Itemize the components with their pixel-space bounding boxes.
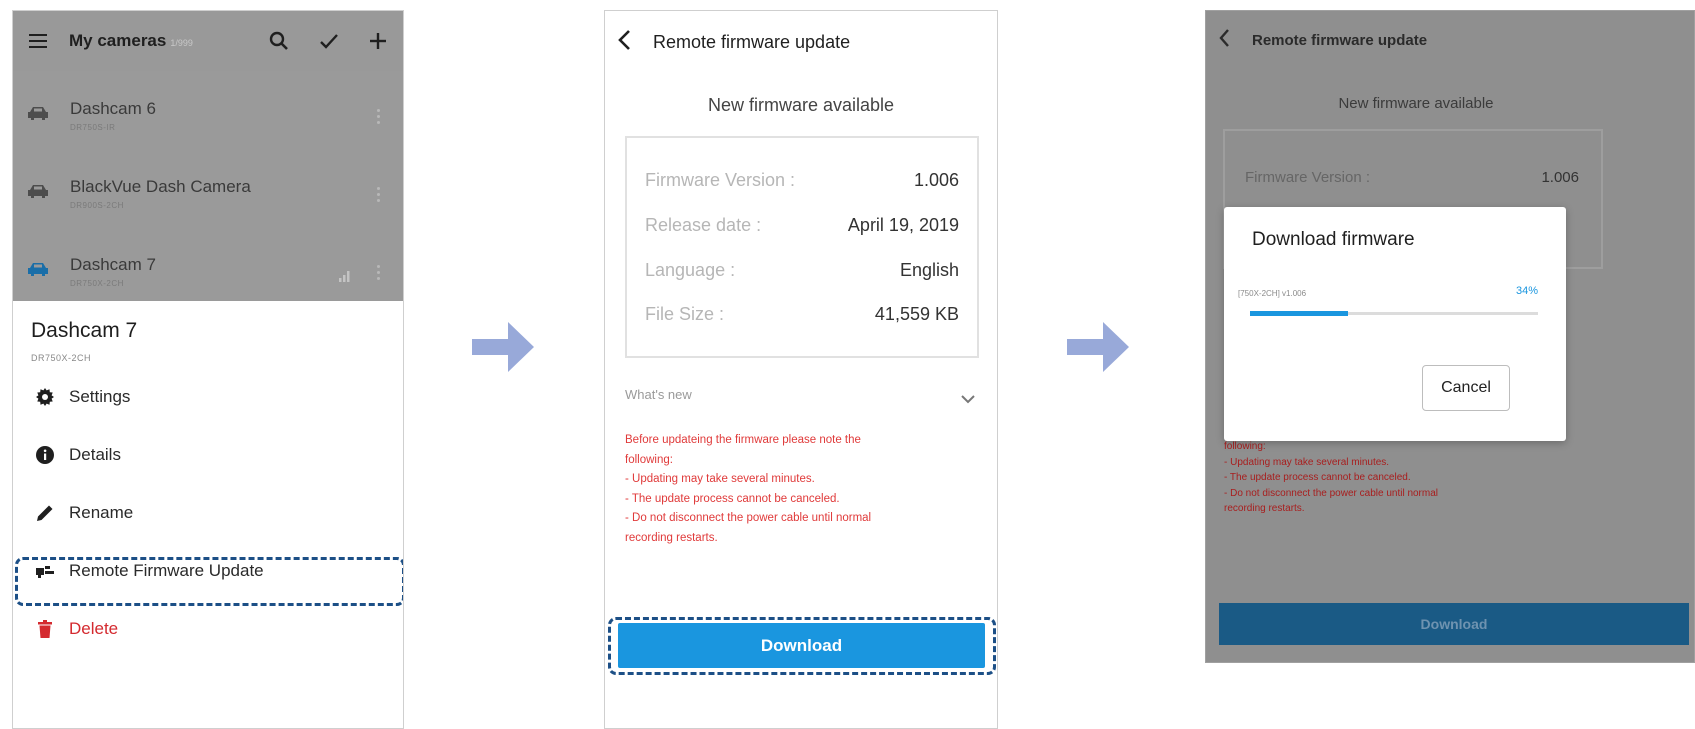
more-icon[interactable] xyxy=(377,187,381,202)
progress-fill xyxy=(1250,311,1348,316)
firmware-available-title: New firmware available xyxy=(707,95,895,115)
menu-item-settings[interactable]: Settings xyxy=(13,377,403,417)
device-model: DR750X-2CH xyxy=(31,353,92,363)
camera-row[interactable]: Dashcam 6 DR750S-IR xyxy=(13,71,403,149)
firmware-update-screen: Remote firmware update New firmware avai… xyxy=(604,10,998,729)
app-header: My cameras 1/999 xyxy=(13,11,403,71)
firmware-info-card: Firmware Version : 1.006 Release date : … xyxy=(625,136,979,358)
camera-count: 1/999 xyxy=(170,38,193,48)
info-value: 1.006 xyxy=(913,170,959,190)
camera-list-screen: My cameras 1/999 Dashcam 6 DR750S-IR Bla… xyxy=(12,10,404,729)
whats-new-toggle[interactable]: What's new xyxy=(625,387,692,402)
info-value: 41,559 KB xyxy=(874,304,959,324)
screen-title: Remote firmware update xyxy=(653,31,851,52)
screen-title: Remote firmware update xyxy=(1252,31,1428,49)
menu-item-rename[interactable]: Rename xyxy=(13,493,403,533)
more-icon[interactable] xyxy=(377,265,381,280)
search-icon[interactable] xyxy=(269,31,289,51)
info-row-version: Firmware Version : 1.006 xyxy=(645,170,959,191)
trash-icon xyxy=(35,619,55,639)
back-icon[interactable] xyxy=(617,29,631,56)
info-key: Firmware Version : xyxy=(645,170,796,190)
back-icon[interactable] xyxy=(1218,28,1230,53)
menu-item-details[interactable]: Details xyxy=(13,435,403,475)
cancel-button[interactable]: Cancel xyxy=(1422,365,1510,411)
car-icon xyxy=(27,105,49,126)
firmware-download-screen: Remote firmware update New firmware avai… xyxy=(1205,10,1695,663)
dialog-title: Download firmware xyxy=(1252,229,1415,250)
menu-item-label: Details xyxy=(69,445,121,464)
info-value: April 19, 2019 xyxy=(847,215,959,235)
info-row-release-date: Release date : April 19, 2019 xyxy=(645,215,959,236)
pencil-icon xyxy=(35,503,55,523)
firmware-file-label: [750X-2CH] v1.006 xyxy=(1238,289,1307,298)
menu-icon[interactable] xyxy=(29,34,47,48)
camera-row[interactable]: BlackVue Dash Camera DR900S-2CH xyxy=(13,149,403,227)
info-row-file-size: File Size : 41,559 KB xyxy=(645,304,959,325)
menu-item-label: Settings xyxy=(69,387,131,406)
info-key: Release date : xyxy=(645,215,762,235)
info-value: English xyxy=(899,260,959,280)
camera-name: Dashcam 6 xyxy=(70,99,156,118)
camera-model: DR750X-2CH xyxy=(70,279,124,288)
progress-percent: 34% xyxy=(1515,285,1538,297)
camera-options-sheet: Dashcam 7 DR750X-2CH Settings Details Re… xyxy=(13,301,403,728)
chevron-down-icon[interactable] xyxy=(961,391,975,409)
camera-list: Dashcam 6 DR750S-IR BlackVue Dash Camera… xyxy=(13,71,403,301)
car-icon xyxy=(27,261,49,282)
check-icon[interactable] xyxy=(319,33,339,49)
camera-name: BlackVue Dash Camera xyxy=(70,177,251,196)
info-value: 1.006 xyxy=(1541,169,1579,186)
device-name: Dashcam 7 xyxy=(31,319,138,342)
info-row-version: Firmware Version : 1.006 xyxy=(1245,169,1579,186)
info-key: File Size : xyxy=(645,304,725,324)
menu-item-label: Rename xyxy=(69,503,134,522)
update-notes: following: - Updating may take several m… xyxy=(1224,441,1439,514)
info-key: Firmware Version : xyxy=(1245,169,1371,186)
signal-icon xyxy=(339,269,351,287)
arrow-right-icon xyxy=(472,322,534,372)
info-icon xyxy=(35,445,55,465)
camera-model: DR750S-IR xyxy=(70,123,116,132)
info-row-language: Language : English xyxy=(645,260,959,281)
info-key: Language : xyxy=(645,260,736,280)
camera-model: DR900S-2CH xyxy=(70,201,124,210)
app-title: My cameras xyxy=(69,31,167,50)
gear-icon xyxy=(35,387,55,407)
screen-header: Remote firmware update xyxy=(1206,11,1694,69)
car-icon xyxy=(27,183,49,204)
progress-bar xyxy=(1250,311,1538,316)
highlight-box xyxy=(608,617,996,675)
highlight-box xyxy=(15,557,403,606)
update-notes: Before updateing the firmware please not… xyxy=(625,434,872,544)
menu-item-delete[interactable]: Delete xyxy=(13,609,403,649)
screen-header: Remote firmware update xyxy=(605,11,997,73)
download-button: Download xyxy=(1219,603,1689,645)
more-icon[interactable] xyxy=(377,109,381,124)
camera-name: Dashcam 7 xyxy=(70,255,156,274)
firmware-available-title: New firmware available xyxy=(1338,95,1494,112)
menu-item-label: Delete xyxy=(69,619,119,638)
download-dialog: Download firmware [750X-2CH] v1.006 34% … xyxy=(1224,207,1566,441)
arrow-right-icon xyxy=(1067,322,1129,372)
plus-icon[interactable] xyxy=(369,32,387,50)
camera-row[interactable]: Dashcam 7 DR750X-2CH xyxy=(13,227,403,305)
